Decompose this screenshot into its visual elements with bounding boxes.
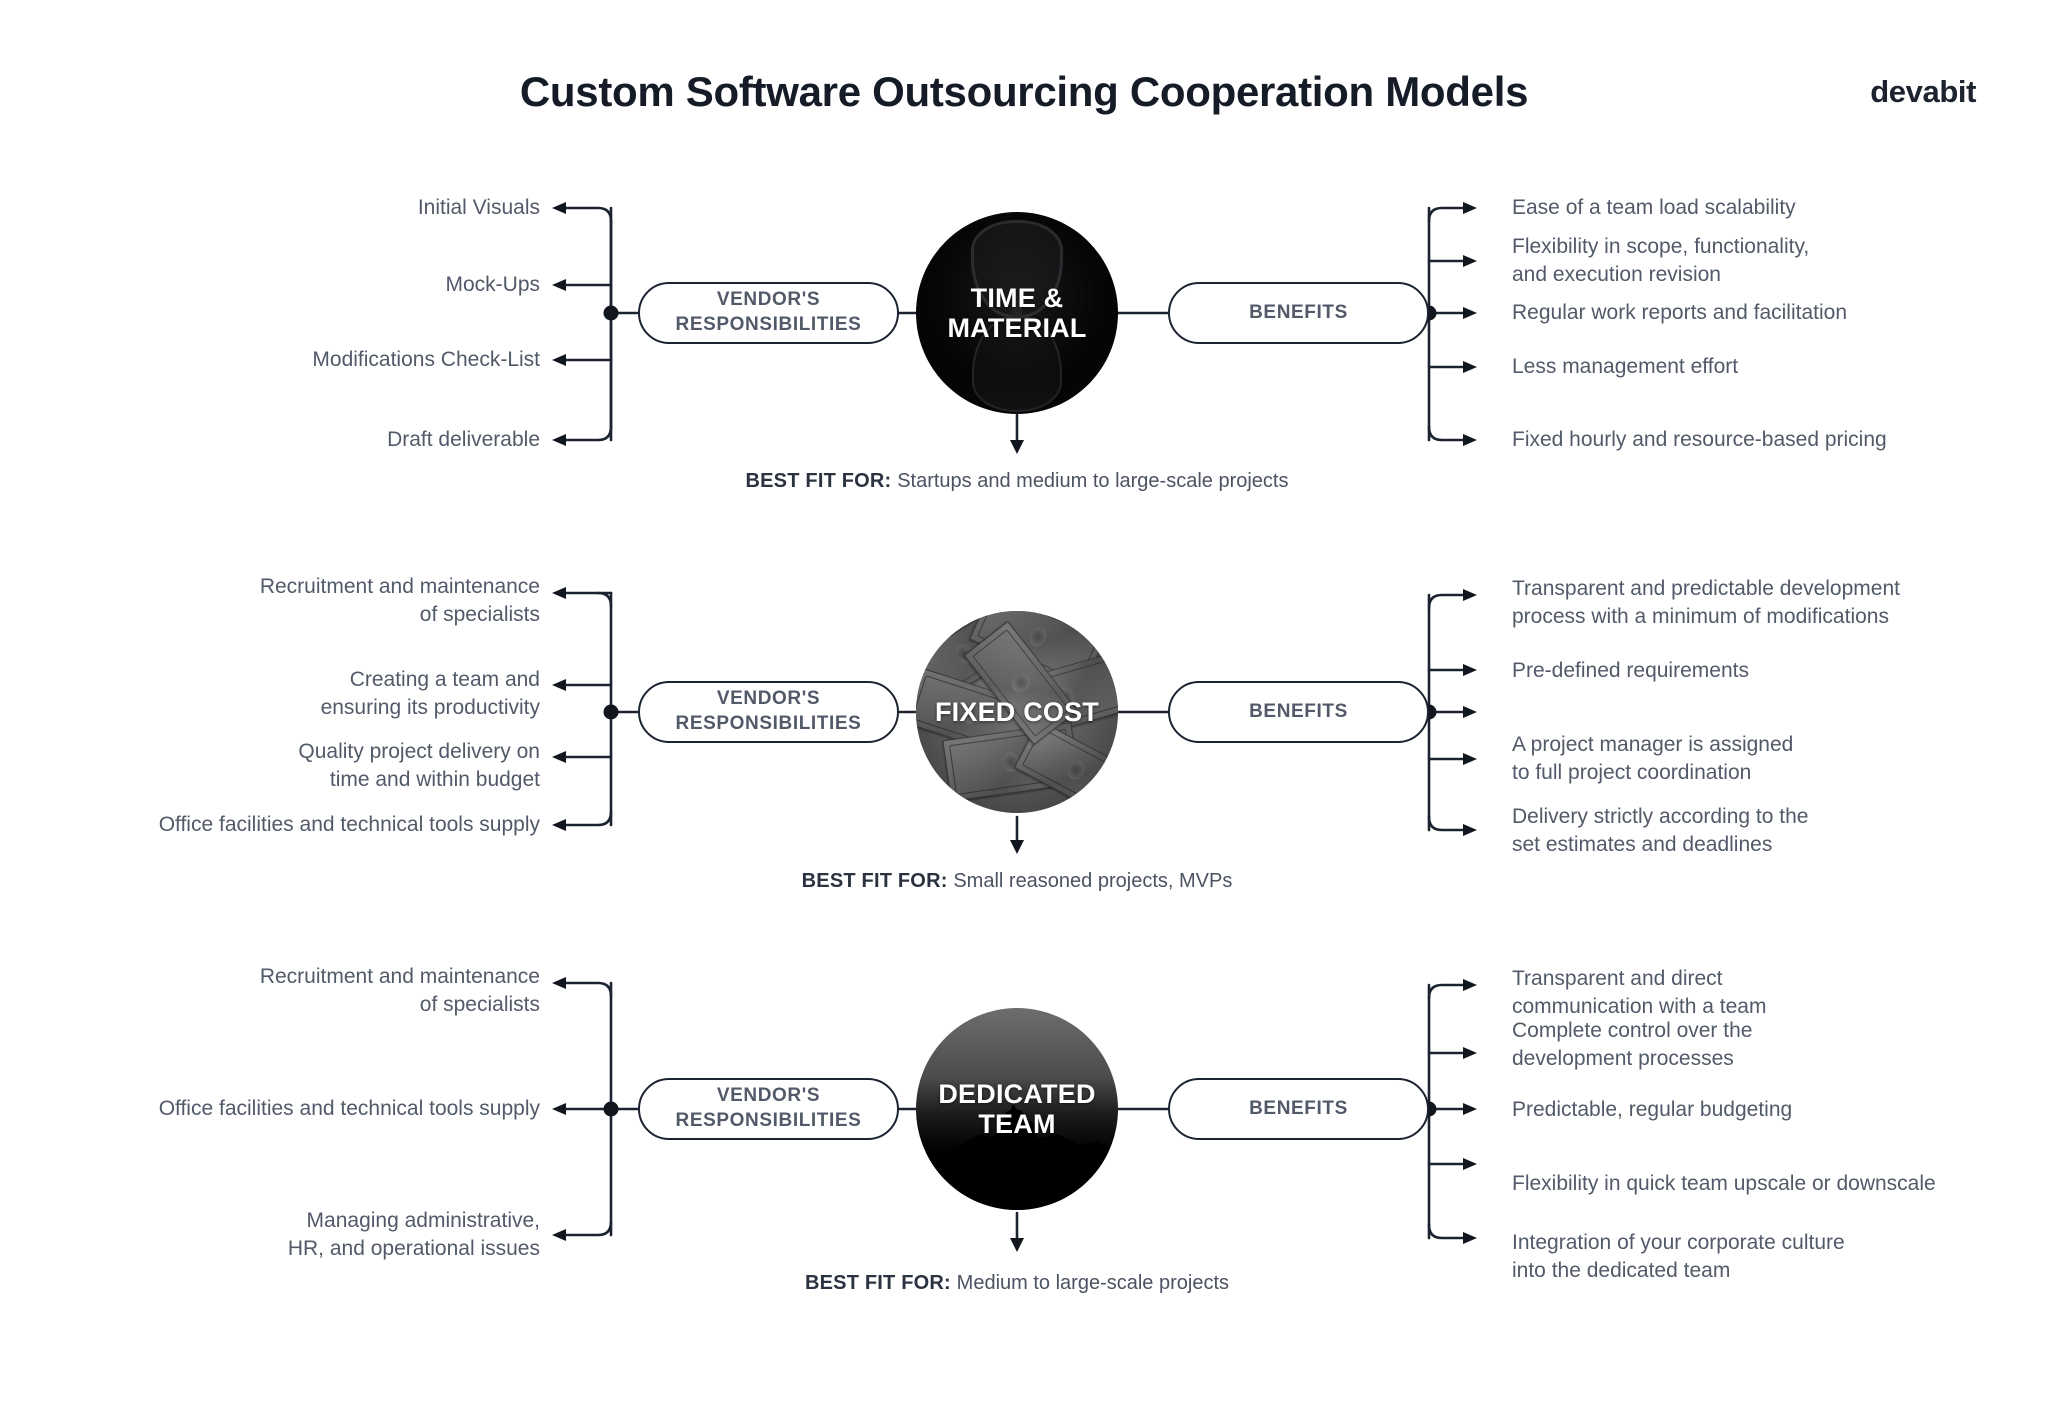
benefit-item: Ease of a team load scalability <box>1512 196 1796 219</box>
hub-title: FIXED COST <box>934 696 1099 727</box>
model-section-dedicated-team: VENDOR'S RESPONSIBILITIES BENEFITS DEDIC… <box>0 955 2048 1355</box>
page-title: Custom Software Outsourcing Cooperation … <box>519 68 1529 115</box>
benefit-item: Predictable, regular budgeting <box>1512 1098 1793 1121</box>
best-fit-label: BEST FIT FOR: <box>804 1272 957 1294</box>
responsibility-item: Draft deliverable <box>387 428 540 451</box>
benefit-item: Delivery strictly according to the set e… <box>1512 805 1809 856</box>
infographic-canvas: Custom Software Outsourcing Cooperation … <box>0 0 2048 1427</box>
model-section-time-and-material: VENDOR'S RESPONSIBILITIES BENEFITS TIME … <box>0 180 2048 550</box>
capsule-benefits[interactable]: BENEFITS <box>1168 282 1429 344</box>
best-fit-label: BEST FIT FOR: <box>801 870 954 892</box>
responsibility-item: Mock-Ups <box>445 273 540 296</box>
benefit-item: Regular work reports and facilitation <box>1512 301 1847 324</box>
model-section-fixed-cost: VENDOR'S RESPONSIBILITIES BENEFITS FIXED… <box>0 565 2048 955</box>
responsibility-item: Creating a team and ensuring its product… <box>320 668 540 719</box>
responsibility-item: Office facilities and technical tools su… <box>158 1097 540 1120</box>
capsule-vendor-responsibilities[interactable]: VENDOR'S RESPONSIBILITIES <box>638 282 899 344</box>
capsule-benefits[interactable]: BENEFITS <box>1168 681 1429 743</box>
responsibility-item: Recruitment and maintenance of specialis… <box>259 575 540 626</box>
benefit-item: A project manager is assigned to full pr… <box>1512 733 1794 784</box>
hub-title: TIME & MATERIAL <box>947 282 1087 343</box>
best-fit-value: Medium to large-scale projects <box>956 1272 1230 1294</box>
best-fit-line: BEST FIT FOR: Startups and medium to lar… <box>746 468 1289 494</box>
hub-title: DEDICATED TEAM <box>938 1078 1096 1139</box>
responsibility-item: Managing administrative, HR, and operati… <box>287 1209 540 1260</box>
hub-time-and-material: TIME & MATERIAL <box>916 212 1118 414</box>
benefit-item: Less management effort <box>1512 355 1739 378</box>
responsibility-item: Office facilities and technical tools su… <box>158 813 540 836</box>
capsule-vendor-responsibilities[interactable]: VENDOR'S RESPONSIBILITIES <box>638 681 899 743</box>
benefit-item: Fixed hourly and resource-based pricing <box>1512 428 1887 451</box>
junction-dot-left <box>603 1101 619 1117</box>
best-fit-label: BEST FIT FOR: <box>745 470 898 492</box>
benefit-item: Integration of your corporate culture in… <box>1512 1231 1845 1282</box>
benefit-item: Transparent and direct communication wit… <box>1512 967 1767 1018</box>
hub-dedicated-team: DEDICATED TEAM <box>916 1008 1118 1210</box>
responsibility-item: Modifications Check-List <box>312 348 540 371</box>
capsule-benefits[interactable]: BENEFITS <box>1168 1078 1429 1140</box>
best-fit-line: BEST FIT FOR: Medium to large-scale proj… <box>805 1270 1229 1296</box>
hub-fixed-cost: FIXED COST <box>916 611 1118 813</box>
benefit-item: Flexibility in scope, functionality, and… <box>1512 235 1810 286</box>
best-fit-value: Small reasoned projects, MVPs <box>953 870 1233 892</box>
junction-dot-left <box>603 305 619 321</box>
best-fit-value: Startups and medium to large-scale proje… <box>897 470 1289 492</box>
junction-dot-left <box>603 704 619 720</box>
responsibility-item: Initial Visuals <box>417 196 540 219</box>
benefit-item: Transparent and predictable development … <box>1512 577 1900 628</box>
brand-logo: devabit <box>1870 74 1976 109</box>
best-fit-line: BEST FIT FOR: Small reasoned projects, M… <box>802 868 1233 894</box>
capsule-vendor-responsibilities[interactable]: VENDOR'S RESPONSIBILITIES <box>638 1078 899 1140</box>
benefit-item: Flexibility in quick team upscale or dow… <box>1512 1172 1936 1195</box>
benefit-item: Complete control over the development pr… <box>1512 1019 1753 1070</box>
benefit-item: Pre-defined requirements <box>1512 659 1749 682</box>
responsibility-item: Recruitment and maintenance of specialis… <box>259 965 540 1016</box>
responsibility-item: Quality project delivery on time and wit… <box>298 740 540 791</box>
